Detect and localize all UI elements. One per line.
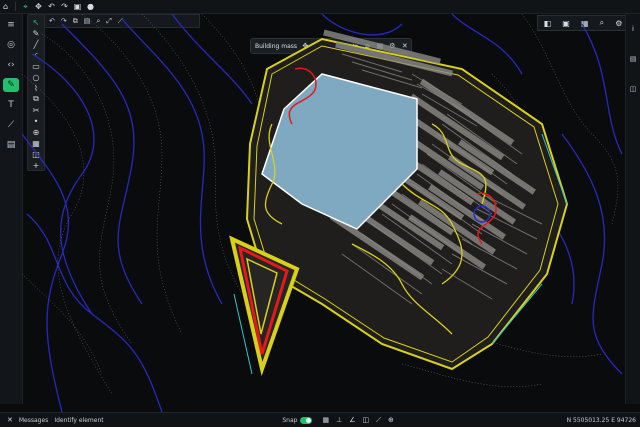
grid-icon[interactable]: ▦ — [322, 416, 329, 424]
pen-icon[interactable]: ✎ — [3, 78, 19, 92]
identify-element-label[interactable]: Identify element — [54, 417, 103, 424]
right-rail: i ▤ ◫ — [625, 14, 640, 404]
select-icon[interactable]: ⌖ — [20, 2, 31, 12]
site-plan — [245, 29, 569, 371]
drawing-canvas[interactable] — [22, 14, 626, 412]
props-icon[interactable]: ◫ — [629, 84, 637, 94]
export-icon[interactable]: ● — [85, 2, 96, 12]
ortho-icon[interactable]: ⊥ — [336, 416, 342, 424]
layers-icon[interactable]: ▤ — [629, 54, 637, 64]
measure-icon[interactable]: ⟋ — [3, 118, 19, 132]
angle-icon[interactable]: ∠ — [349, 416, 355, 424]
code-icon[interactable]: ‹› — [3, 58, 19, 72]
pan-icon[interactable]: ✥ — [33, 2, 44, 12]
menu-icon[interactable]: ≡ — [3, 18, 19, 32]
snap-label: Snap — [282, 416, 298, 424]
object-icon[interactable]: ◫ — [362, 416, 369, 424]
tools-icon[interactable]: ✕ — [7, 416, 13, 424]
undo-icon[interactable]: ↶ — [46, 2, 57, 12]
status-bar: ✕ Messages Identify element Snap ▦ ⊥ ∠ ◫… — [0, 412, 640, 427]
save-icon[interactable]: ▣ — [72, 2, 83, 12]
layers-icon[interactable]: ◎ — [3, 38, 19, 52]
divider — [15, 2, 16, 11]
app-icon[interactable]: ⌂ — [0, 2, 11, 12]
messages-label[interactable]: Messages — [19, 417, 48, 424]
folder-icon[interactable]: ▤ — [3, 138, 19, 152]
left-rail: ≡ ◎ ‹› ✎ T ⟋ ▤ — [0, 14, 23, 404]
redo-icon[interactable]: ↷ — [59, 2, 70, 12]
target-icon[interactable]: ⊕ — [388, 416, 394, 424]
text-icon[interactable]: T — [3, 98, 19, 112]
info-icon[interactable]: i — [629, 24, 637, 34]
top-toolbar: ⌂ ⌖ ✥ ↶ ↷ ▣ ● — [0, 0, 640, 14]
coordinates-readout: N 5505013.25 E 94726 — [566, 416, 636, 424]
measure-icon[interactable]: ⟋ — [376, 416, 381, 425]
snap-toggle[interactable] — [300, 416, 313, 424]
